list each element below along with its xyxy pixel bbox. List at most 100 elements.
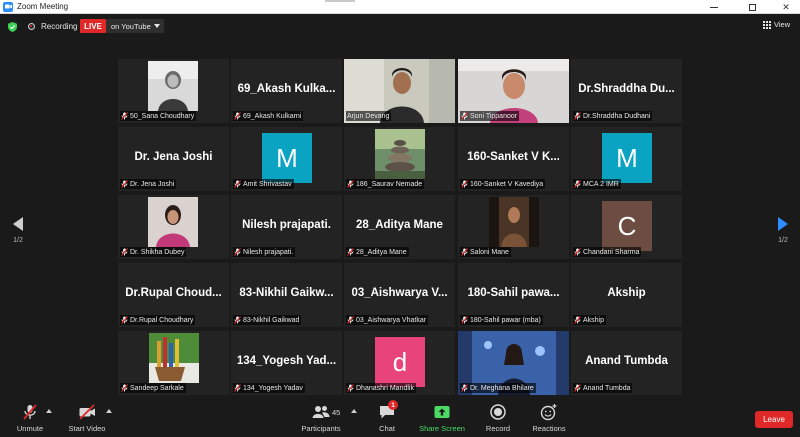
participant-tile[interactable]: Nilesh prajapati. Nilesh prajapati.	[231, 195, 342, 259]
muted-mic-icon	[347, 248, 354, 256]
start-video-label: Start Video	[68, 424, 106, 433]
participants-button[interactable]: Participants	[291, 403, 351, 433]
participant-name-label: 180-Sahil pawar (mba)	[460, 315, 543, 325]
participant-name-label: Soni Tippanoor	[460, 111, 520, 121]
participant-display-name: 160-Sanket V K...	[467, 151, 560, 163]
participant-tile[interactable]: Saloni Mane	[458, 195, 569, 259]
video-options-caret-icon[interactable]	[106, 409, 112, 413]
muted-mic-icon	[574, 384, 581, 392]
participant-name: Dr. Meghana Bhilare	[470, 384, 534, 392]
title-drag-handle[interactable]	[325, 0, 355, 2]
participant-tile[interactable]: Dr.Shraddha Du... Dr.Shraddha Dudhani	[571, 59, 682, 123]
participant-profile-picture	[149, 333, 199, 383]
reactions-smiley-icon	[540, 404, 557, 421]
video-off-icon	[79, 404, 95, 420]
participant-tile[interactable]: Dr.Rupal Choud... Dr.Rupal Choudhary	[118, 263, 229, 327]
reactions-label: Reactions	[532, 424, 566, 433]
reactions-button[interactable]: Reactions	[519, 403, 579, 433]
start-video-button[interactable]: Start Video	[57, 403, 117, 433]
participant-name-label: Dr. Meghana Bhilare	[460, 383, 536, 393]
participant-tile[interactable]: 180-Sahil pawa... 180-Sahil pawar (mba)	[458, 263, 569, 327]
participant-name: 69_Akash Kulkarni	[243, 112, 302, 120]
unmute-button[interactable]: Unmute	[0, 403, 60, 433]
page-indicator-right: 1/2	[778, 237, 788, 244]
participant-tile[interactable]: Anand Tumbda Anand Tumbda	[571, 331, 682, 395]
participant-name-label: Sandeep Sarkale	[120, 383, 186, 393]
participant-name: Soni Tippanoor	[470, 112, 518, 120]
view-button[interactable]: View	[763, 20, 790, 29]
participant-profile-picture	[489, 197, 539, 247]
participant-name: Chandani Sharma	[583, 248, 640, 256]
participant-tile[interactable]: Soni Tippanoor	[458, 59, 569, 123]
participant-tile[interactable]: 69_Akash Kulka... 69_Akash Kulkarni	[231, 59, 342, 123]
participant-name-label: Saloni Mane	[460, 247, 511, 257]
participant-tile[interactable]: 03_Aishwarya V... 03_Aishwarya Vhatkar	[344, 263, 455, 327]
participant-tile[interactable]: 134_Yogesh Yad... 134_Yogesh Yadav	[231, 331, 342, 395]
muted-mic-icon	[234, 248, 241, 256]
participant-name: 134_Yogesh Yadav	[243, 384, 303, 392]
next-page-button[interactable]: 1/2	[773, 217, 793, 257]
participant-name-label: 160-Sanket V Kavediya	[460, 179, 546, 189]
participant-tile[interactable]: 186_Saurav Nemade	[344, 127, 455, 191]
share-screen-icon	[434, 406, 450, 418]
participant-tile[interactable]: Dr. Meghana Bhilare	[458, 331, 569, 395]
participant-name-label: Dr. Jena Joshi	[120, 179, 177, 189]
participant-name: Sandeep Sarkale	[130, 384, 184, 392]
record-label: Record	[485, 424, 511, 433]
participant-profile-picture	[375, 129, 425, 179]
participant-tile[interactable]: 160-Sanket V K... 160-Sanket V Kavediya	[458, 127, 569, 191]
participant-name: Arjun Devang	[347, 112, 390, 120]
muted-mic-icon	[574, 112, 581, 120]
muted-mic-icon	[234, 316, 241, 324]
participant-name-label: 186_Saurav Nemade	[346, 179, 425, 189]
stream-target-label: on YouTube	[111, 21, 151, 31]
participant-name: 03_Aishwarya Vhatkar	[356, 316, 427, 324]
recording-label[interactable]: Recording	[41, 22, 77, 31]
participant-tile[interactable]: Sandeep Sarkale	[118, 331, 229, 395]
participant-name-label: Dr.Shraddha Dudhani	[573, 111, 653, 121]
muted-mic-icon	[461, 180, 468, 188]
recording-indicator-icon	[28, 23, 35, 30]
muted-mic-icon	[574, 180, 581, 188]
close-window-button[interactable]: ✕	[774, 0, 798, 14]
participant-name: Amit Shrivastav	[243, 180, 292, 188]
participant-name-label: 28_Aditya Mane	[346, 247, 409, 257]
active-speaker-tile[interactable]: Arjun Devang	[344, 59, 455, 123]
live-stream-dropdown[interactable]: on YouTube	[106, 19, 164, 33]
participant-tile[interactable]: 83-Nikhil Gaikw... 83-Nikhil Gaikwad	[231, 263, 342, 327]
muted-mic-icon	[347, 384, 354, 392]
maximize-button[interactable]	[740, 0, 764, 14]
participant-tile[interactable]: M MCA 2 IMR	[571, 127, 682, 191]
restore-icon	[748, 3, 756, 11]
participant-name: Nilesh prajapati.	[243, 248, 294, 256]
participant-tile[interactable]: M Amit Shrivastav	[231, 127, 342, 191]
participant-name-label: Dhanashri Mandlik	[346, 383, 416, 393]
participant-tile[interactable]: Dr. Shikha Dubey	[118, 195, 229, 259]
participant-name: Dr. Jena Joshi	[130, 180, 175, 188]
share-screen-button[interactable]: Share Screen	[412, 403, 472, 433]
previous-page-button[interactable]: 1/2	[8, 217, 28, 257]
participant-tile[interactable]: Akship Akship	[571, 263, 682, 327]
participant-name-label: Akship	[573, 315, 607, 325]
participant-name: 28_Aditya Mane	[356, 248, 407, 256]
participant-tile[interactable]: Dr. Jena Joshi Dr. Jena Joshi	[118, 127, 229, 191]
participant-tile[interactable]: d Dhanashri Mandlik	[344, 331, 455, 395]
minimize-button[interactable]	[702, 0, 726, 14]
muted-mic-icon	[121, 180, 128, 188]
chat-label: Chat	[379, 424, 395, 433]
chat-button[interactable]: 1 Chat	[357, 400, 417, 433]
unmute-label: Unmute	[16, 424, 44, 433]
audio-options-caret-icon[interactable]	[46, 409, 52, 413]
participant-display-name: Dr.Rupal Choud...	[125, 287, 222, 299]
participant-tile[interactable]: C Chandani Sharma	[571, 195, 682, 259]
participant-tile[interactable]: 50_Sana Choudhary	[118, 59, 229, 123]
zoom-logo-icon	[3, 1, 13, 12]
title-bar: Zoom Meeting ✕	[0, 0, 800, 14]
participant-name-label: MCA 2 IMR	[573, 179, 621, 189]
participants-icon	[312, 406, 330, 418]
participant-name: 50_Sana Choudhary	[130, 112, 195, 120]
participant-name: 186_Saurav Nemade	[356, 180, 423, 188]
encryption-shield-icon[interactable]	[8, 22, 17, 32]
participant-tile[interactable]: 28_Aditya Mane 28_Aditya Mane	[344, 195, 455, 259]
leave-button[interactable]: Leave	[755, 411, 793, 428]
